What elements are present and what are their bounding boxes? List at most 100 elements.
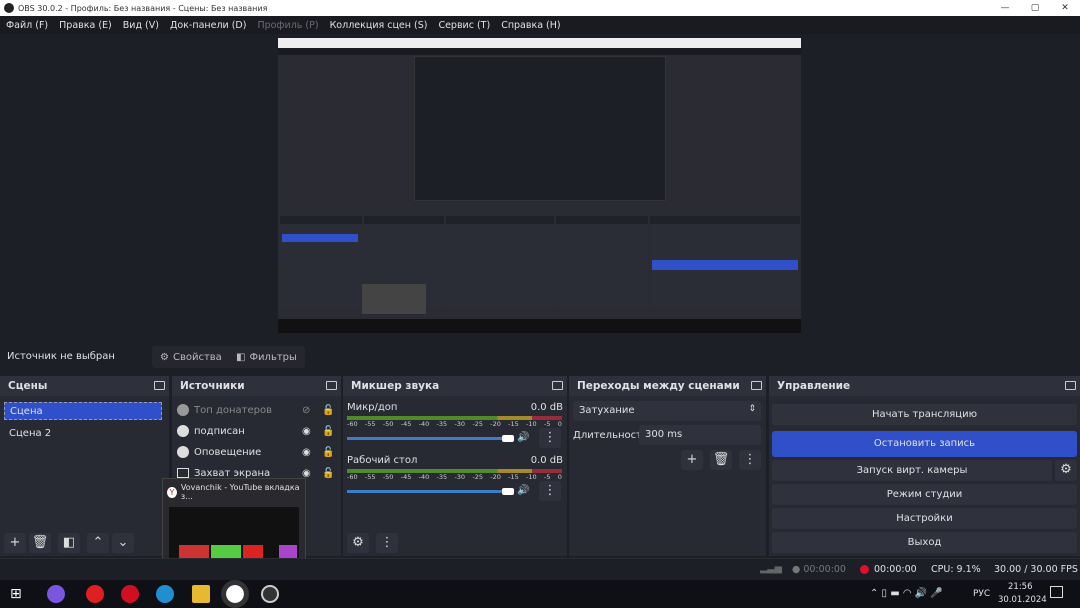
obs-taskbar-icon[interactable] xyxy=(261,585,279,603)
undock-icon[interactable] xyxy=(326,381,337,390)
filter-icon: ◧ xyxy=(236,351,246,363)
gear-icon: ⚙ xyxy=(160,351,169,363)
undock-icon[interactable] xyxy=(751,381,762,390)
mixer-title: Микшер звука xyxy=(351,380,440,392)
preview-canvas[interactable] xyxy=(278,38,801,333)
opera-icon[interactable] xyxy=(121,585,139,603)
close-button[interactable]: ✕ xyxy=(1050,0,1080,16)
mixer-menu-button[interactable]: ⋮ xyxy=(376,533,398,553)
virtual-camera-settings-icon[interactable]: ⚙ xyxy=(1055,460,1077,481)
channel-menu-button[interactable]: ⋮ xyxy=(539,428,561,448)
controls-title: Управление xyxy=(777,380,851,392)
scene-item[interactable]: Сцена 2 xyxy=(4,424,162,442)
meter-tick: -10 xyxy=(526,420,537,428)
speaker-icon[interactable]: 🔊 xyxy=(517,432,529,443)
volume-slider-handle[interactable] xyxy=(502,488,514,495)
volume-slider-handle[interactable] xyxy=(502,435,514,442)
source-item[interactable]: Оповещение ◉ 🔓 xyxy=(177,443,334,461)
meter-tick: -5 xyxy=(543,420,551,428)
input-language[interactable]: РУС xyxy=(973,589,990,599)
meter-tick: -5 xyxy=(543,473,551,481)
undock-icon[interactable] xyxy=(154,381,165,390)
add-scene-button[interactable]: + xyxy=(4,533,26,553)
channel-menu-button[interactable]: ⋮ xyxy=(539,481,561,501)
menu-help[interactable]: Справка (H) xyxy=(501,20,560,31)
windows-start-icon[interactable]: ⊞ xyxy=(10,586,22,602)
stop-recording-button[interactable]: Остановить запись xyxy=(772,431,1077,457)
duration-spinbox[interactable]: 300 ms xyxy=(639,425,761,445)
menu-edit[interactable]: Правка (E) xyxy=(59,20,112,31)
meter-tick: -55 xyxy=(364,420,376,428)
maximize-button[interactable]: ▢ xyxy=(1020,0,1050,16)
meter-tick: -20 xyxy=(490,473,501,481)
meter-tick: -10 xyxy=(526,473,537,481)
alice-icon[interactable] xyxy=(47,585,65,603)
meter-tick: -60 xyxy=(347,473,358,481)
move-up-button[interactable]: ⌃ xyxy=(87,533,109,553)
eye-icon[interactable]: ◉ xyxy=(302,426,311,437)
advanced-audio-button[interactable]: ⚙ xyxy=(347,533,369,553)
meter-tick: -50 xyxy=(382,473,394,481)
scene-item[interactable]: Сцена xyxy=(4,402,162,420)
move-down-button[interactable]: ⌄ xyxy=(112,533,134,553)
yandex-icon[interactable] xyxy=(86,585,104,603)
transition-select[interactable]: Затухание ⇕ xyxy=(573,401,761,421)
yandex-browser-icon[interactable] xyxy=(221,580,249,608)
settings-button[interactable]: Настройки xyxy=(772,508,1077,529)
menu-file[interactable]: Файл (F) xyxy=(6,20,48,31)
minimize-button[interactable]: — xyxy=(990,0,1020,16)
channel-name: Рабочий стол xyxy=(347,455,418,466)
eye-icon[interactable]: ◉ xyxy=(302,447,311,458)
recording-time: 00:00:00 xyxy=(874,564,917,575)
source-item[interactable]: Топ донатеров ⊘ 🔓 xyxy=(177,401,334,419)
transition-menu-button[interactable]: ⋮ xyxy=(739,450,761,470)
exit-button[interactable]: Выход xyxy=(772,532,1077,553)
lock-icon[interactable]: 🔓 xyxy=(322,426,334,437)
volume-slider[interactable] xyxy=(347,437,507,440)
volume-slider[interactable] xyxy=(347,490,507,493)
properties-button[interactable]: ⚙ Свойства xyxy=(152,346,230,368)
remove-transition-button[interactable]: 🗑 xyxy=(710,450,732,470)
remove-scene-button[interactable]: 🗑 xyxy=(29,533,51,553)
undock-icon[interactable] xyxy=(1065,381,1076,390)
eye-hidden-icon[interactable]: ⊘ xyxy=(302,405,310,416)
scene-filters-button[interactable]: ◧ xyxy=(58,533,80,553)
channel-level: 0.0 dB xyxy=(530,402,563,413)
channel-level: 0.0 dB xyxy=(530,455,563,466)
tray-icons[interactable]: ⌃ ▯ ▬ ◠ 🔊 🎤 xyxy=(870,588,943,599)
lock-icon[interactable]: 🔓 xyxy=(322,447,334,458)
studio-mode-button[interactable]: Режим студии xyxy=(772,484,1077,505)
meter-tick: -30 xyxy=(454,473,466,481)
filters-button[interactable]: ◧ Фильтры xyxy=(228,346,305,368)
notification-icon[interactable] xyxy=(1050,586,1063,598)
meter-tick: -40 xyxy=(418,420,430,428)
meter-scale: -60 -55 -50 -45 -40 -35 -30 -25 -20 -15 -10 -5 0 xyxy=(347,420,562,428)
menu-tools[interactable]: Сервис (T) xyxy=(438,20,490,31)
meter-scale: -60 -55 -50 -45 -40 -35 -30 -25 -20 -15 -10 -5 0 xyxy=(347,473,562,481)
status-bar: ▂▃▅ ● 00:00:00 00:00:00 CPU: 9.1% 30.00 … xyxy=(0,558,1080,580)
lock-icon[interactable]: 🔓 xyxy=(322,468,334,479)
transitions-title: Переходы между сценами xyxy=(577,380,740,392)
undock-icon[interactable] xyxy=(552,381,563,390)
meter-tick: -45 xyxy=(400,473,412,481)
clock-date[interactable]: 30.01.2024 xyxy=(998,595,1047,605)
file-explorer-icon[interactable] xyxy=(192,585,210,603)
clock-time[interactable]: 21:56 xyxy=(1008,582,1033,592)
meter-tick: 0 xyxy=(557,473,562,481)
menu-scene-collection[interactable]: Коллекция сцен (S) xyxy=(330,20,428,31)
globe-icon xyxy=(177,446,189,458)
lock-icon[interactable]: 🔓 xyxy=(322,405,334,416)
transitions-dock: Переходы между сценами Затухание ⇕ Длител… xyxy=(569,376,766,556)
eye-icon[interactable]: ◉ xyxy=(302,468,311,479)
menu-docks[interactable]: Док-панели (D) xyxy=(170,20,246,31)
menu-profile[interactable]: Профиль (P) xyxy=(257,20,318,31)
meter-tick: -25 xyxy=(472,473,483,481)
source-item[interactable]: подписан ◉ 🔓 xyxy=(177,422,334,440)
add-transition-button[interactable]: + xyxy=(681,450,703,470)
start-virtual-camera-button[interactable]: Запуск вирт. камеры xyxy=(772,460,1052,481)
start-streaming-button[interactable]: Начать трансляцию xyxy=(772,404,1077,425)
scenes-dock: Сцены Сцена Сцена 2 + 🗑 ◧ ⌃ ⌄ xyxy=(0,376,169,556)
edge-icon[interactable] xyxy=(156,585,174,603)
menu-view[interactable]: Вид (V) xyxy=(123,20,159,31)
speaker-icon[interactable]: 🔊 xyxy=(517,485,529,496)
